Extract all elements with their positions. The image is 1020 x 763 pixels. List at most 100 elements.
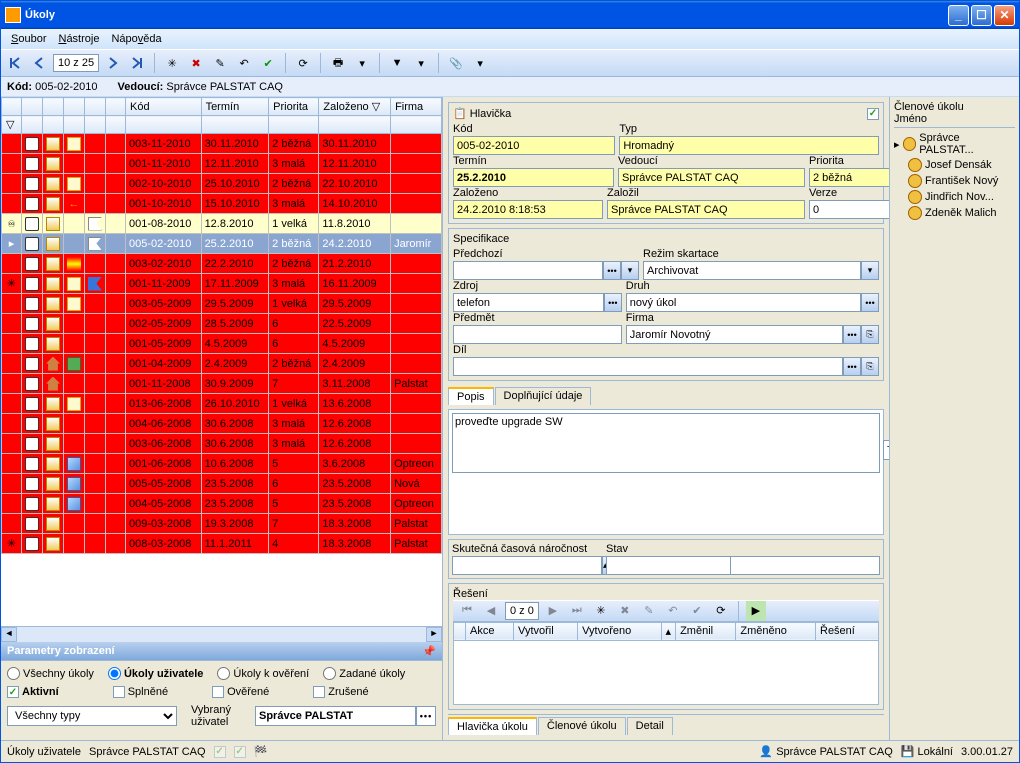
btab-detail[interactable]: Detail: [627, 717, 673, 735]
close-button[interactable]: ✕: [994, 5, 1015, 26]
predchozi-lookup[interactable]: •••: [603, 261, 621, 280]
delete-button[interactable]: ✖: [186, 53, 206, 73]
menu-nastroje[interactable]: Nástroje: [52, 31, 105, 47]
fld-firma[interactable]: [626, 325, 843, 344]
table-row[interactable]: 005-05-200823.5.2008623.5.2008Nová: [2, 474, 442, 494]
fld-narocnost[interactable]: [452, 556, 602, 575]
table-row[interactable]: 013-06-200826.10.20101 velká13.6.2008: [2, 394, 442, 414]
fld-predmet[interactable]: [453, 325, 622, 344]
rezim-dropdown[interactable]: ▾: [861, 261, 879, 280]
fld-typ[interactable]: [619, 136, 879, 155]
horizontal-scrollbar[interactable]: ◄►: [1, 626, 442, 642]
reseni-del[interactable]: ✖: [615, 601, 635, 621]
menu-soubor[interactable]: Soubor: [5, 31, 52, 47]
col-termin[interactable]: Termín: [201, 98, 269, 116]
nav-last-button[interactable]: [127, 53, 147, 73]
fld-verze[interactable]: [809, 200, 889, 219]
print-button[interactable]: 🖶: [328, 53, 348, 73]
chk-splnene[interactable]: Splněné: [113, 686, 168, 698]
druh-lookup[interactable]: •••: [861, 293, 879, 312]
lookup-user-button[interactable]: •••: [416, 706, 436, 726]
btab-hlavicka[interactable]: Hlavička úkolu: [448, 717, 537, 735]
fld-kod[interactable]: [453, 136, 615, 155]
filter-dropdown[interactable]: ▾: [411, 53, 431, 73]
table-row[interactable]: ✳001-11-200917.11.20093 malá16.11.2009: [2, 274, 442, 294]
popis-textarea[interactable]: [452, 413, 880, 473]
firma-open[interactable]: ⎘: [861, 325, 879, 344]
reseni-prev[interactable]: ◀: [481, 601, 501, 621]
table-row[interactable]: 001-11-201012.11.20103 malá12.11.2010: [2, 154, 442, 174]
table-row[interactable]: 001-06-200810.6.200853.6.2008Optreon: [2, 454, 442, 474]
new-button[interactable]: ✳: [162, 53, 182, 73]
reseni-next[interactable]: ▶: [543, 601, 563, 621]
table-row[interactable]: ♾001-08-201012.8.20101 velká11.8.2010: [2, 214, 442, 234]
reseni-grid[interactable]: Akce Vytvořil Vytvořeno ▴ Změnil Změněno…: [453, 622, 879, 641]
table-row[interactable]: 001-05-20094.5.200964.5.2009: [2, 334, 442, 354]
status-left1[interactable]: Úkoly uživatele: [7, 746, 81, 758]
expand-button[interactable]: +: [883, 440, 889, 460]
col-firma[interactable]: Firma: [391, 98, 442, 116]
predchozi-dropdown[interactable]: ▾: [621, 261, 639, 280]
table-row[interactable]: 003-06-200830.6.20083 malá12.6.2008: [2, 434, 442, 454]
chk-zrusene[interactable]: Zrušené: [313, 686, 368, 698]
status-flag-icon[interactable]: 🏁: [254, 745, 268, 758]
status-chk2[interactable]: ✓: [234, 746, 246, 758]
table-row[interactable]: 003-05-200929.5.20091 velká29.5.2009: [2, 294, 442, 314]
btab-clenove[interactable]: Členové úkolu: [538, 717, 626, 735]
reseni-refresh[interactable]: ⟳: [711, 601, 731, 621]
dil-lookup[interactable]: •••: [843, 357, 861, 376]
nav-next-button[interactable]: [103, 53, 123, 73]
print-dropdown[interactable]: ▾: [352, 53, 372, 73]
edit-button[interactable]: ✎: [210, 53, 230, 73]
fld-dil[interactable]: [453, 357, 843, 376]
radio-overeni[interactable]: Úkoly k ověření: [217, 667, 309, 680]
radio-uzivatele[interactable]: Úkoly uživatele: [108, 667, 203, 680]
status-chk1[interactable]: ✓: [214, 746, 226, 758]
member-node[interactable]: Jindřich Nov...: [894, 189, 1015, 205]
table-row[interactable]: 004-05-200823.5.2008523.5.2008Optreon: [2, 494, 442, 514]
member-node[interactable]: František Nový: [894, 173, 1015, 189]
table-row[interactable]: 003-02-201022.2.20102 běžná21.2.2010: [2, 254, 442, 274]
attach-button[interactable]: 📎: [446, 53, 466, 73]
nav-prev-button[interactable]: [29, 53, 49, 73]
reseni-edit[interactable]: ✎: [639, 601, 659, 621]
zdroj-lookup[interactable]: •••: [604, 293, 622, 312]
fld-stav-extra[interactable]: [730, 556, 880, 575]
fld-vedouci[interactable]: [618, 168, 805, 187]
maximize-button[interactable]: ☐: [971, 5, 992, 26]
member-node[interactable]: Josef Densák: [894, 157, 1015, 173]
refresh-button[interactable]: ⟳: [293, 53, 313, 73]
table-row[interactable]: 001-11-200830.9.200973.11.2008Palstat: [2, 374, 442, 394]
table-row[interactable]: ✳008-03-200811.1.2011418.3.2008Palstat: [2, 534, 442, 554]
fld-zdroj[interactable]: [453, 293, 604, 312]
col-zalozeno[interactable]: Založeno ▽: [319, 98, 391, 116]
reseni-action[interactable]: ▶: [746, 601, 766, 621]
radio-zadane[interactable]: Zadané úkoly: [323, 667, 405, 680]
dil-open[interactable]: ⎘: [861, 357, 879, 376]
fld-zalozeno[interactable]: [453, 200, 603, 219]
input-vybrany-uzivatel[interactable]: [255, 706, 416, 726]
attach-dropdown[interactable]: ▾: [470, 53, 490, 73]
table-row[interactable]: 009-03-200819.3.2008718.3.2008Palstat: [2, 514, 442, 534]
table-row[interactable]: ←001-10-201015.10.20103 malá14.10.2010: [2, 194, 442, 214]
reseni-first[interactable]: ⏮: [457, 601, 477, 621]
nav-first-button[interactable]: [5, 53, 25, 73]
undo-button[interactable]: ↶: [234, 53, 254, 73]
save-button[interactable]: ✔: [258, 53, 278, 73]
filter-button[interactable]: ▼: [387, 53, 407, 73]
tab-doplnujici[interactable]: Doplňující údaje: [495, 387, 592, 405]
header-check[interactable]: ✓: [867, 108, 879, 120]
table-row[interactable]: 002-05-200928.5.2009622.5.2009: [2, 314, 442, 334]
minimize-button[interactable]: _: [948, 5, 969, 26]
pager-display[interactable]: 10 z 25: [53, 54, 99, 72]
fld-predchozi[interactable]: [453, 261, 603, 280]
reseni-save[interactable]: ✔: [687, 601, 707, 621]
fld-termin[interactable]: [453, 168, 614, 187]
firma-lookup[interactable]: •••: [843, 325, 861, 344]
fld-rezim[interactable]: [643, 261, 861, 280]
fld-zalozil[interactable]: [607, 200, 805, 219]
col-priorita[interactable]: Priorita: [269, 98, 319, 116]
members-col-jmeno[interactable]: Jméno: [894, 113, 1015, 128]
reseni-undo[interactable]: ↶: [663, 601, 683, 621]
pin-icon[interactable]: 📌: [422, 645, 436, 658]
